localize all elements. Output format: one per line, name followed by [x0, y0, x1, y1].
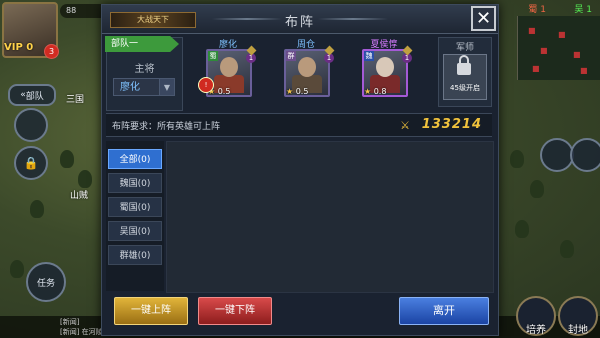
faction-filter-list: 全部(0) 魏国(0) 蜀国(0) 吴国(0) 群雄(0): [106, 141, 164, 291]
tree: [78, 170, 92, 188]
close-button[interactable]: ✕: [471, 6, 496, 31]
requirement-bar: 布阵要求：所有英雄可上阵 ⚔ 133214: [106, 113, 492, 137]
main-general-value: 廖化: [120, 82, 140, 93]
main-general-select[interactable]: 廖化 ▼: [113, 78, 175, 96]
filter-qun[interactable]: 群雄(0): [108, 245, 162, 265]
top-right-hud: 蜀 1 吴 1 ■ ■ ■ ■ ■ ■: [490, 0, 600, 80]
faction-wu-count: 吴 1: [574, 5, 592, 15]
filter-wu[interactable]: 吴国(0): [108, 221, 162, 241]
side-label-army: 部队: [25, 91, 44, 102]
faction-badge: 蜀: [208, 51, 218, 61]
star-icon: ★: [364, 87, 372, 96]
side-hero-avatar-button[interactable]: [14, 108, 48, 142]
main-general-label: 主将: [134, 64, 155, 75]
requirement-text: 布阵要求：所有英雄可上阵: [112, 122, 221, 132]
notification-badge: 3: [44, 44, 59, 59]
hero-slot[interactable]: 廖化 蜀 1 ★ 0.5 !: [198, 37, 257, 109]
faction-shu-count: 蜀 1: [528, 5, 546, 15]
task-label: 任务: [36, 278, 55, 289]
faction-badge: 魏: [364, 51, 374, 61]
task-button[interactable]: 任务: [26, 262, 66, 302]
side-right-button-1[interactable]: [540, 138, 574, 172]
vip-label: VIP 0: [4, 42, 34, 53]
lock-icon-button[interactable]: 🔒: [14, 146, 48, 180]
filter-all[interactable]: 全部(0): [108, 149, 162, 169]
crossed-swords-icon: ⚔: [400, 119, 410, 132]
minimap[interactable]: ■ ■ ■ ■ ■ ■: [517, 16, 600, 80]
hero-card: 蜀 1 ★ 0.5 !: [198, 49, 256, 97]
hero-card: 魏 1 ★ 0.8: [362, 49, 412, 97]
remove-all-button[interactable]: 一键下阵: [198, 297, 272, 325]
team-panel: 部队一 主将 廖化 ▼: [105, 36, 183, 111]
player-hud: VIP 0 3 88: [0, 0, 108, 60]
side-label-bandit: 山贼: [70, 191, 89, 201]
dialog-header: 大战天下 布阵 ✕: [102, 5, 498, 34]
leave-button[interactable]: 离开: [399, 297, 489, 325]
tree: [30, 200, 44, 218]
tree: [10, 260, 24, 278]
tree: [60, 150, 74, 168]
hero-cost: ★ 0.8: [364, 87, 387, 96]
hero-slots: 廖化 蜀 1 ★ 0.5 ! 周仓 群 1 ★ 0.5 夏侯惇 魏 1 ★ 0.…: [182, 37, 422, 109]
lock-icon: [457, 55, 471, 75]
fief-button[interactable]: 封地: [558, 296, 598, 336]
side-collapse-button[interactable]: « 部队: [8, 84, 56, 106]
filter-shu[interactable]: 蜀国(0): [108, 197, 162, 217]
tree: [510, 150, 524, 168]
side-right-button-2[interactable]: [570, 138, 600, 172]
hero-slot[interactable]: 周仓 群 1 ★ 0.5: [280, 37, 335, 109]
side-label-sanguo: 三国: [66, 95, 85, 105]
advisor-unlock-text: 45级开启: [450, 84, 480, 92]
tree: [530, 180, 544, 198]
chevron-down-icon: ▼: [159, 79, 174, 95]
deploy-all-button[interactable]: 一键上阵: [114, 297, 188, 325]
advisor-slot[interactable]: 45级开启: [443, 54, 487, 100]
tree: [560, 240, 574, 258]
alert-icon: !: [198, 77, 214, 93]
tree: [515, 220, 529, 238]
hero-card: 群 1 ★ 0.5: [284, 49, 334, 97]
advisor-title: 军师: [455, 43, 474, 53]
dialog-title: 布阵: [284, 15, 315, 30]
faction-badge: 群: [286, 51, 296, 61]
team-tab[interactable]: 部队一: [105, 36, 179, 52]
chat-line: [新闻]: [60, 318, 80, 326]
star-icon: ★: [286, 87, 294, 96]
hero-slot[interactable]: 夏侯惇 魏 1 ★ 0.8: [358, 37, 413, 109]
formation-dialog: 大战天下 布阵 ✕ 部队一 主将 廖化 ▼ 廖化 蜀 1 ★ 0.5 ! 周仓: [101, 4, 499, 336]
filter-wei[interactable]: 魏国(0): [108, 173, 162, 193]
advisor-panel: 军师 45级开启: [438, 37, 492, 107]
cultivate-button[interactable]: 培养: [516, 296, 556, 336]
combat-power: 133214: [421, 117, 482, 132]
hero-cost: ★ 0.5: [286, 87, 309, 96]
hero-pool-area[interactable]: [166, 141, 494, 293]
